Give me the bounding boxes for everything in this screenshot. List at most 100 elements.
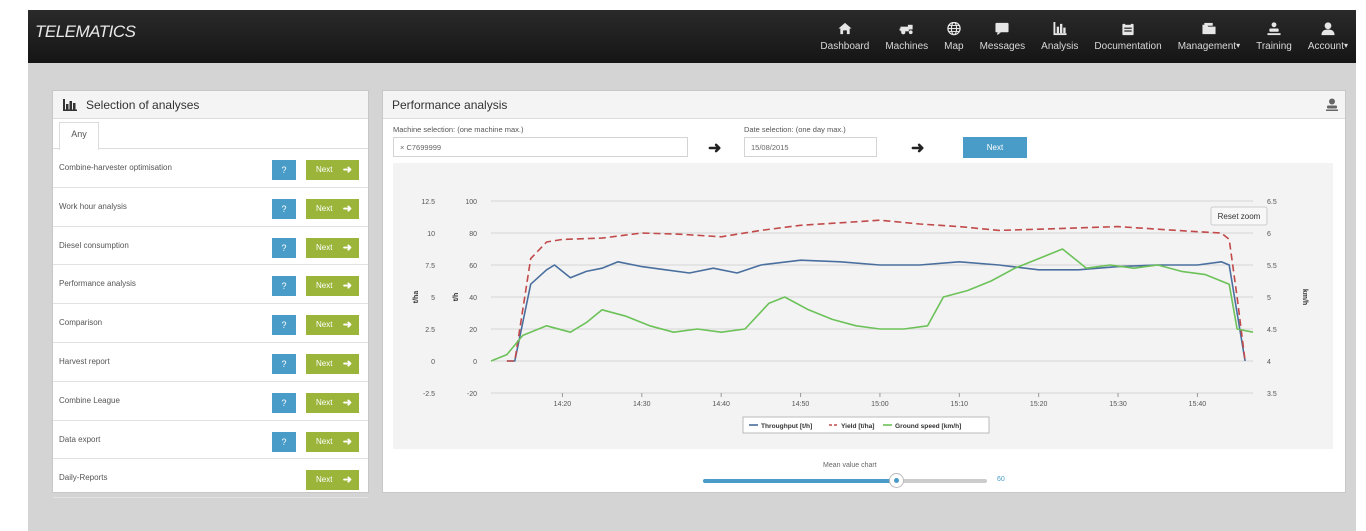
nav-label: Messages (979, 40, 1026, 52)
panel-header: Performance analysis (383, 91, 1345, 119)
arrow-right-icon: ➜ (342, 164, 352, 176)
performance-chart-area: -2.5 0 2.5 5 7.5 10 12.5 -20 0 20 40 60 80 100 3.5 4 4.5… (393, 163, 1333, 449)
nav-management[interactable]: Management ▾ (1170, 10, 1248, 63)
bar-chart-icon (1053, 21, 1067, 35)
machine-selection-label: Machine selection: (one machine max.) (393, 125, 524, 134)
next-button[interactable]: Next ➜ (306, 392, 359, 413)
machine-selection-input[interactable]: × C7699999 (393, 137, 688, 157)
analysis-row: Combine League? Next ➜ (53, 382, 368, 421)
arrow-right-icon: ➜ (342, 474, 352, 487)
y-tick-label-t-h: 0 (473, 359, 477, 366)
next-button[interactable]: Next ➜ (306, 198, 359, 219)
help-button[interactable]: ? (272, 276, 296, 297)
help-button[interactable]: ? (272, 431, 296, 452)
next-button[interactable]: Next ➜ (306, 315, 359, 336)
analysis-label: Daily-Reports (59, 473, 108, 483)
y-tick-label-km-h: 5.5 (1267, 263, 1277, 270)
folder-icon (1202, 22, 1216, 34)
nav-training[interactable]: Training (1248, 10, 1300, 63)
x-tick-label: 15:20 (1030, 401, 1048, 408)
nav-label: Machines (885, 40, 929, 52)
selection-of-analyses-panel: Selection of analyses Any Combine-harves… (52, 90, 369, 499)
x-tick-label: 15:40 (1189, 401, 1207, 408)
arrow-right-icon: ➜ (708, 140, 722, 157)
help-button[interactable]: ? (272, 237, 296, 258)
bar-chart-icon (63, 98, 77, 111)
next-label: Next (316, 242, 333, 252)
caret-down-icon: ▾ (1343, 40, 1348, 50)
analysis-label: Work hour analysis (59, 201, 127, 211)
top-navigation-bar: TELEMATICS Dashboard Machines Map Messages A… (28, 10, 1356, 63)
globe-icon (947, 21, 961, 35)
y-tick-label-km-h: 6 (1267, 231, 1271, 238)
help-button[interactable]: ? (272, 315, 296, 336)
clipboard-icon (1122, 21, 1134, 35)
nav-analysis[interactable]: Analysis (1033, 10, 1086, 63)
analysis-row: Work hour analysis? Next ➜ (53, 188, 368, 227)
analysis-label: Performance analysis (59, 279, 136, 289)
performance-chart[interactable]: -2.5 0 2.5 5 7.5 10 12.5 -20 0 20 40 60 80 100 3.5 4 4.5… (393, 163, 1333, 449)
nav-label: Map (944, 40, 964, 52)
next-label: Next (316, 165, 333, 174)
analysis-row: Diesel consumption? Next ➜ (53, 227, 368, 266)
x-tick-label: 15:00 (871, 401, 889, 408)
message-icon (995, 22, 1009, 35)
date-selection-label: Date selection: (one day max.) (744, 125, 846, 134)
next-button[interactable]: Next ➜ (306, 431, 359, 452)
nav-documentation[interactable]: Documentation (1086, 10, 1169, 63)
nav-label: Dashboard (820, 40, 870, 52)
y-tick-label-t-ha: 0 (431, 359, 435, 366)
analysis-row: Harvest report? Next ➜ (53, 343, 368, 382)
home-icon (838, 22, 852, 34)
next-button[interactable]: Next ➜ (306, 353, 359, 374)
y-tick-label-km-h: 4.5 (1267, 327, 1277, 334)
nav-dashboard[interactable]: Dashboard (812, 10, 877, 63)
next-button[interactable]: Next (963, 137, 1027, 158)
arrow-right-icon: ➜ (342, 435, 352, 448)
next-button[interactable]: Next ➜ (306, 276, 359, 297)
mean-value-slider[interactable] (703, 473, 987, 488)
panel-title: Performance analysis (392, 97, 508, 112)
yield-line (506, 219, 1246, 362)
next-button[interactable]: Next ➜ (306, 237, 359, 258)
nav-machines[interactable]: Machines (877, 10, 936, 63)
nav-map[interactable]: Map (936, 10, 971, 63)
arrow-right-icon: ➜ (342, 357, 352, 370)
y-tick-label-t-ha: 10 (427, 231, 435, 238)
performance-analysis-panel: Performance analysis Machine selection: … (382, 90, 1346, 493)
next-button[interactable]: Next ➜ (306, 470, 359, 491)
arrow-right-icon: ➜ (342, 319, 352, 332)
help-button[interactable]: ? (272, 353, 296, 374)
analysis-row: Combine-harvester optimisation? Next ➜ (53, 149, 368, 188)
panel-title: Selection of analyses (86, 97, 200, 112)
user-settings-icon[interactable] (1326, 98, 1338, 111)
legend-item: Throughput [t/h] (761, 423, 812, 430)
analysis-label: Harvest report (59, 356, 110, 366)
y-tick-label-t-h: -20 (467, 391, 477, 398)
help-button[interactable]: ? (272, 160, 296, 180)
telematics-logo[interactable]: TELEMATICS (35, 22, 136, 42)
help-button[interactable]: ? (272, 392, 296, 413)
analysis-label: Data export (59, 434, 101, 444)
legend-item: Ground speed [km/h] (895, 423, 961, 430)
slider-handle[interactable] (889, 473, 905, 488)
mean-value-chart-label: Mean value chart (823, 462, 877, 469)
caret-down-icon: ▾ (1236, 40, 1241, 50)
date-selection-input[interactable]: 15/08/2015 (744, 137, 877, 157)
nav-messages[interactable]: Messages (972, 10, 1034, 63)
tab-any[interactable]: Any (59, 122, 99, 150)
nav-label-wrap: Account ▾ (1308, 41, 1348, 52)
analysis-list: Combine-harvester optimisation? Next ➜ Work… (53, 149, 368, 499)
nav-account[interactable]: Account ▾ (1300, 10, 1356, 63)
y-tick-label-t-h: 60 (469, 263, 477, 270)
help-button[interactable]: ? (272, 198, 296, 219)
panel-header: Selection of analyses (53, 91, 368, 119)
analysis-label: Diesel consumption (59, 240, 129, 250)
legend-item: Yield [t/ha] (841, 423, 874, 430)
next-label: Next (316, 475, 333, 485)
next-button[interactable]: Next ➜ (306, 160, 359, 180)
x-tick-label: 14:40 (712, 401, 730, 408)
analysis-row: Performance analysis? Next ➜ (53, 265, 368, 305)
y-axis-title-t-ha: t/ha (413, 291, 420, 304)
nav-label: Account (1307, 40, 1344, 52)
